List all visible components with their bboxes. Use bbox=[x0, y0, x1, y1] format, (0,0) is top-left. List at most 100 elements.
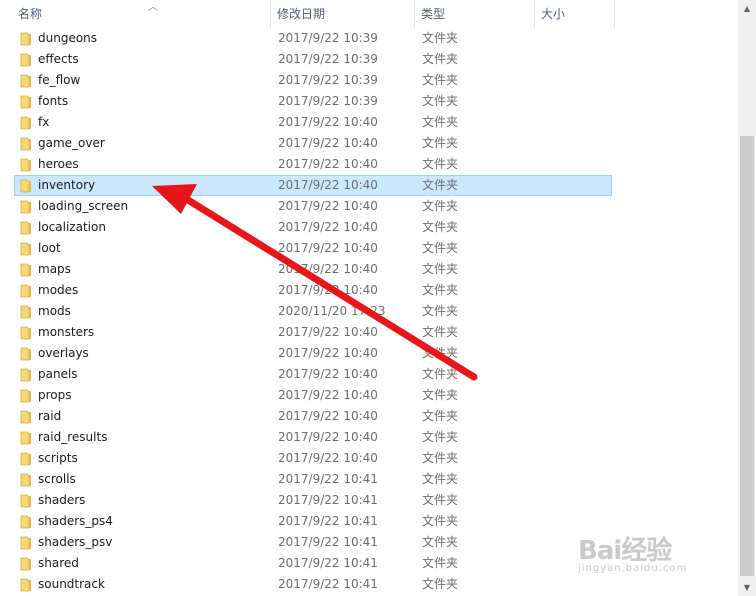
modified-date: 2017/9/22 10:40 bbox=[278, 157, 378, 171]
table-row[interactable]: fonts 2017/9/22 10:39 文件夹 bbox=[14, 91, 612, 112]
table-row[interactable]: shaders 2017/9/22 10:41 文件夹 bbox=[14, 490, 612, 511]
column-header-date-label: 修改日期 bbox=[277, 7, 326, 21]
folder-icon bbox=[20, 347, 31, 361]
file-name: scrolls bbox=[38, 472, 76, 486]
table-row[interactable]: overlays 2017/9/22 10:40 文件夹 bbox=[14, 343, 612, 364]
modified-date: 2017/9/22 10:40 bbox=[278, 220, 378, 234]
vertical-scrollbar[interactable]: ▲ ▼ bbox=[738, 0, 756, 596]
modified-date: 2017/9/22 10:39 bbox=[278, 73, 378, 87]
table-row[interactable]: shaders_ps4 2017/9/22 10:41 文件夹 bbox=[14, 511, 612, 532]
table-row[interactable]: dungeons 2017/9/22 10:39 文件夹 bbox=[14, 28, 612, 49]
folder-icon bbox=[20, 305, 31, 319]
folder-icon bbox=[20, 389, 31, 403]
file-type: 文件夹 bbox=[422, 31, 459, 45]
file-name: scripts bbox=[38, 451, 78, 465]
file-name: monsters bbox=[38, 325, 95, 339]
file-name: shared bbox=[38, 556, 79, 570]
file-name: fonts bbox=[38, 94, 69, 108]
file-name: raid_results bbox=[38, 430, 108, 444]
table-row[interactable]: shared 2017/9/22 10:41 文件夹 bbox=[14, 553, 612, 574]
scroll-thumb[interactable] bbox=[740, 136, 754, 576]
table-row[interactable]: mods 2020/11/20 17:23 文件夹 bbox=[14, 301, 612, 322]
file-type: 文件夹 bbox=[422, 304, 459, 318]
file-name: soundtrack bbox=[38, 577, 105, 591]
file-type: 文件夹 bbox=[422, 577, 459, 591]
folder-icon bbox=[20, 410, 31, 424]
modified-date: 2017/9/22 10:40 bbox=[278, 451, 378, 465]
file-type: 文件夹 bbox=[422, 367, 459, 381]
table-row[interactable]: raid_results 2017/9/22 10:40 文件夹 bbox=[14, 427, 612, 448]
file-type: 文件夹 bbox=[422, 262, 459, 276]
file-type: 文件夹 bbox=[422, 115, 459, 129]
file-name: fx bbox=[38, 115, 50, 129]
file-name: effects bbox=[38, 52, 79, 66]
file-name: maps bbox=[38, 262, 71, 276]
file-name: shaders_psv bbox=[38, 535, 113, 549]
modified-date: 2017/9/22 10:41 bbox=[278, 535, 378, 549]
table-row[interactable]: scripts 2017/9/22 10:40 文件夹 bbox=[14, 448, 612, 469]
folder-icon bbox=[20, 179, 31, 193]
table-row[interactable]: scrolls 2017/9/22 10:41 文件夹 bbox=[14, 469, 612, 490]
table-row[interactable]: inventory 2017/9/22 10:40 文件夹 bbox=[14, 175, 612, 196]
file-type: 文件夹 bbox=[422, 178, 459, 192]
folder-icon bbox=[20, 557, 31, 571]
folder-icon bbox=[20, 137, 31, 151]
modified-date: 2017/9/22 10:41 bbox=[278, 472, 378, 486]
file-name: overlays bbox=[38, 346, 89, 360]
table-row[interactable]: loot 2017/9/22 10:40 文件夹 bbox=[14, 238, 612, 259]
table-row[interactable]: monsters 2017/9/22 10:40 文件夹 bbox=[14, 322, 612, 343]
chevron-up-icon: ︿ bbox=[148, 2, 158, 13]
file-type: 文件夹 bbox=[422, 241, 459, 255]
modified-date: 2017/9/22 10:41 bbox=[278, 493, 378, 507]
file-type: 文件夹 bbox=[422, 199, 459, 213]
table-row[interactable]: loading_screen 2017/9/22 10:40 文件夹 bbox=[14, 196, 612, 217]
modified-date: 2017/9/22 10:40 bbox=[278, 325, 378, 339]
modified-date: 2017/9/22 10:41 bbox=[278, 514, 378, 528]
file-name: dungeons bbox=[38, 31, 98, 45]
file-name: inventory bbox=[38, 178, 96, 192]
table-row[interactable]: effects 2017/9/22 10:39 文件夹 bbox=[14, 49, 612, 70]
modified-date: 2017/9/22 10:41 bbox=[278, 556, 378, 570]
column-header-name[interactable]: 名称 ︿ bbox=[12, 0, 271, 28]
table-row[interactable]: soundtrack 2017/9/22 10:41 文件夹 bbox=[14, 574, 612, 595]
file-type: 文件夹 bbox=[422, 283, 459, 297]
folder-icon bbox=[20, 32, 31, 46]
folder-icon bbox=[20, 536, 31, 550]
folder-icon bbox=[20, 200, 31, 214]
table-row[interactable]: game_over 2017/9/22 10:40 文件夹 bbox=[14, 133, 612, 154]
table-row[interactable]: shaders_psv 2017/9/22 10:41 文件夹 bbox=[14, 532, 612, 553]
file-type: 文件夹 bbox=[422, 472, 459, 486]
file-name: game_over bbox=[38, 136, 105, 150]
column-header-size[interactable]: 大小 bbox=[535, 0, 615, 28]
table-row[interactable]: raid 2017/9/22 10:40 文件夹 bbox=[14, 406, 612, 427]
column-header-bar: 名称 ︿ 修改日期 类型 大小 bbox=[0, 0, 738, 28]
folder-icon bbox=[20, 53, 31, 67]
table-row[interactable]: fe_flow 2017/9/22 10:39 文件夹 bbox=[14, 70, 612, 91]
modified-date: 2017/9/22 10:40 bbox=[278, 178, 378, 192]
table-row[interactable]: maps 2017/9/22 10:40 文件夹 bbox=[14, 259, 612, 280]
modified-date: 2017/9/22 10:40 bbox=[278, 115, 378, 129]
table-row[interactable]: modes 2017/9/22 10:40 文件夹 bbox=[14, 280, 612, 301]
table-row[interactable]: heroes 2017/9/22 10:40 文件夹 bbox=[14, 154, 612, 175]
file-type: 文件夹 bbox=[422, 52, 459, 66]
folder-icon bbox=[20, 242, 31, 256]
scroll-down-icon[interactable]: ▼ bbox=[738, 579, 756, 596]
table-row[interactable]: fx 2017/9/22 10:40 文件夹 bbox=[14, 112, 612, 133]
modified-date: 2017/9/22 10:41 bbox=[278, 577, 378, 591]
table-row[interactable]: panels 2017/9/22 10:40 文件夹 bbox=[14, 364, 612, 385]
folder-icon bbox=[20, 284, 31, 298]
folder-icon bbox=[20, 116, 31, 130]
file-name: raid bbox=[38, 409, 62, 423]
file-type: 文件夹 bbox=[422, 136, 459, 150]
table-row[interactable]: props 2017/9/22 10:40 文件夹 bbox=[14, 385, 612, 406]
file-name: localization bbox=[38, 220, 106, 234]
column-header-type[interactable]: 类型 bbox=[415, 0, 535, 28]
modified-date: 2017/9/22 10:40 bbox=[278, 136, 378, 150]
file-type: 文件夹 bbox=[422, 346, 459, 360]
folder-icon bbox=[20, 515, 31, 529]
file-type: 文件夹 bbox=[422, 220, 459, 234]
scroll-up-icon[interactable]: ▲ bbox=[738, 0, 756, 17]
file-name: mods bbox=[38, 304, 71, 318]
column-header-date[interactable]: 修改日期 bbox=[271, 0, 415, 28]
table-row[interactable]: localization 2017/9/22 10:40 文件夹 bbox=[14, 217, 612, 238]
